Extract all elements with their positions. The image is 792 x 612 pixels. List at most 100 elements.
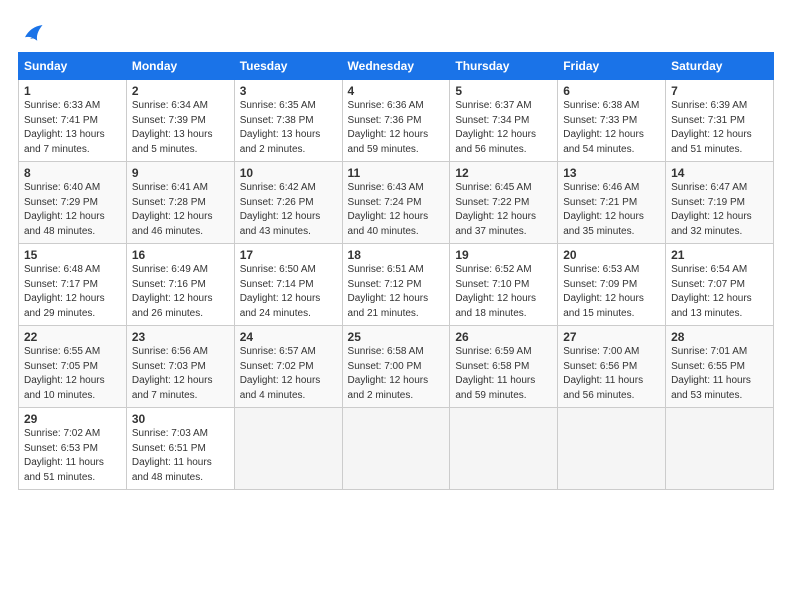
day-number: 18 (348, 248, 445, 262)
day-number: 7 (671, 84, 768, 98)
day-number: 24 (240, 330, 337, 344)
day-number: 14 (671, 166, 768, 180)
day-number: 23 (132, 330, 229, 344)
calendar-cell: 30Sunrise: 7:03 AMSunset: 6:51 PMDayligh… (126, 408, 234, 490)
calendar-cell: 27Sunrise: 7:00 AMSunset: 6:56 PMDayligh… (558, 326, 666, 408)
calendar-cell: 11Sunrise: 6:43 AMSunset: 7:24 PMDayligh… (342, 162, 450, 244)
calendar-cell: 24Sunrise: 6:57 AMSunset: 7:02 PMDayligh… (234, 326, 342, 408)
day-info: Sunrise: 6:54 AMSunset: 7:07 PMDaylight:… (671, 263, 768, 321)
day-number: 15 (24, 248, 121, 262)
day-info: Sunrise: 6:40 AMSunset: 7:29 PMDaylight:… (24, 181, 121, 239)
day-number: 2 (132, 84, 229, 98)
calendar-cell: 25Sunrise: 6:58 AMSunset: 7:00 PMDayligh… (342, 326, 450, 408)
day-info: Sunrise: 6:55 AMSunset: 7:05 PMDaylight:… (24, 345, 121, 403)
calendar-cell (342, 408, 450, 490)
calendar-cell: 13Sunrise: 6:46 AMSunset: 7:21 PMDayligh… (558, 162, 666, 244)
day-info: Sunrise: 6:56 AMSunset: 7:03 PMDaylight:… (132, 345, 229, 403)
calendar-cell: 20Sunrise: 6:53 AMSunset: 7:09 PMDayligh… (558, 244, 666, 326)
day-number: 1 (24, 84, 121, 98)
logo-area (18, 18, 50, 46)
day-info: Sunrise: 6:33 AMSunset: 7:41 PMDaylight:… (24, 99, 121, 157)
calendar-week-row: 8Sunrise: 6:40 AMSunset: 7:29 PMDaylight… (19, 162, 774, 244)
day-info: Sunrise: 6:47 AMSunset: 7:19 PMDaylight:… (671, 181, 768, 239)
weekday-header-friday: Friday (558, 53, 666, 80)
weekday-header-monday: Monday (126, 53, 234, 80)
day-info: Sunrise: 6:53 AMSunset: 7:09 PMDaylight:… (563, 263, 660, 321)
calendar-cell: 5Sunrise: 6:37 AMSunset: 7:34 PMDaylight… (450, 80, 558, 162)
day-number: 4 (348, 84, 445, 98)
calendar-cell: 28Sunrise: 7:01 AMSunset: 6:55 PMDayligh… (666, 326, 774, 408)
day-number: 22 (24, 330, 121, 344)
calendar-cell: 18Sunrise: 6:51 AMSunset: 7:12 PMDayligh… (342, 244, 450, 326)
calendar-cell: 29Sunrise: 7:02 AMSunset: 6:53 PMDayligh… (19, 408, 127, 490)
day-info: Sunrise: 6:52 AMSunset: 7:10 PMDaylight:… (455, 263, 552, 321)
weekday-header-wednesday: Wednesday (342, 53, 450, 80)
day-number: 17 (240, 248, 337, 262)
calendar-cell: 22Sunrise: 6:55 AMSunset: 7:05 PMDayligh… (19, 326, 127, 408)
day-info: Sunrise: 6:57 AMSunset: 7:02 PMDaylight:… (240, 345, 337, 403)
day-info: Sunrise: 7:03 AMSunset: 6:51 PMDaylight:… (132, 427, 229, 485)
day-info: Sunrise: 7:00 AMSunset: 6:56 PMDaylight:… (563, 345, 660, 403)
logo-bird-icon (18, 18, 46, 46)
day-number: 3 (240, 84, 337, 98)
calendar-cell: 26Sunrise: 6:59 AMSunset: 6:58 PMDayligh… (450, 326, 558, 408)
calendar-cell: 16Sunrise: 6:49 AMSunset: 7:16 PMDayligh… (126, 244, 234, 326)
day-number: 6 (563, 84, 660, 98)
calendar-cell: 4Sunrise: 6:36 AMSunset: 7:36 PMDaylight… (342, 80, 450, 162)
day-number: 21 (671, 248, 768, 262)
day-number: 11 (348, 166, 445, 180)
calendar-cell: 19Sunrise: 6:52 AMSunset: 7:10 PMDayligh… (450, 244, 558, 326)
day-number: 27 (563, 330, 660, 344)
calendar-cell: 21Sunrise: 6:54 AMSunset: 7:07 PMDayligh… (666, 244, 774, 326)
calendar-cell: 9Sunrise: 6:41 AMSunset: 7:28 PMDaylight… (126, 162, 234, 244)
header (18, 18, 774, 46)
day-info: Sunrise: 6:34 AMSunset: 7:39 PMDaylight:… (132, 99, 229, 157)
day-info: Sunrise: 6:36 AMSunset: 7:36 PMDaylight:… (348, 99, 445, 157)
calendar-cell: 14Sunrise: 6:47 AMSunset: 7:19 PMDayligh… (666, 162, 774, 244)
day-info: Sunrise: 6:51 AMSunset: 7:12 PMDaylight:… (348, 263, 445, 321)
calendar-week-row: 22Sunrise: 6:55 AMSunset: 7:05 PMDayligh… (19, 326, 774, 408)
day-info: Sunrise: 7:01 AMSunset: 6:55 PMDaylight:… (671, 345, 768, 403)
day-number: 12 (455, 166, 552, 180)
day-info: Sunrise: 6:49 AMSunset: 7:16 PMDaylight:… (132, 263, 229, 321)
calendar-cell: 12Sunrise: 6:45 AMSunset: 7:22 PMDayligh… (450, 162, 558, 244)
day-number: 5 (455, 84, 552, 98)
day-number: 19 (455, 248, 552, 262)
calendar-cell: 7Sunrise: 6:39 AMSunset: 7:31 PMDaylight… (666, 80, 774, 162)
day-info: Sunrise: 6:35 AMSunset: 7:38 PMDaylight:… (240, 99, 337, 157)
weekday-header-saturday: Saturday (666, 53, 774, 80)
calendar-cell: 3Sunrise: 6:35 AMSunset: 7:38 PMDaylight… (234, 80, 342, 162)
day-info: Sunrise: 6:37 AMSunset: 7:34 PMDaylight:… (455, 99, 552, 157)
calendar-cell: 6Sunrise: 6:38 AMSunset: 7:33 PMDaylight… (558, 80, 666, 162)
calendar-cell: 8Sunrise: 6:40 AMSunset: 7:29 PMDaylight… (19, 162, 127, 244)
calendar-week-row: 29Sunrise: 7:02 AMSunset: 6:53 PMDayligh… (19, 408, 774, 490)
day-number: 20 (563, 248, 660, 262)
calendar-cell: 23Sunrise: 6:56 AMSunset: 7:03 PMDayligh… (126, 326, 234, 408)
day-number: 28 (671, 330, 768, 344)
day-number: 9 (132, 166, 229, 180)
day-info: Sunrise: 7:02 AMSunset: 6:53 PMDaylight:… (24, 427, 121, 485)
calendar-table: SundayMondayTuesdayWednesdayThursdayFrid… (18, 52, 774, 490)
day-number: 10 (240, 166, 337, 180)
day-info: Sunrise: 6:39 AMSunset: 7:31 PMDaylight:… (671, 99, 768, 157)
day-info: Sunrise: 6:58 AMSunset: 7:00 PMDaylight:… (348, 345, 445, 403)
calendar-cell (666, 408, 774, 490)
day-info: Sunrise: 6:50 AMSunset: 7:14 PMDaylight:… (240, 263, 337, 321)
weekday-header-tuesday: Tuesday (234, 53, 342, 80)
day-info: Sunrise: 6:41 AMSunset: 7:28 PMDaylight:… (132, 181, 229, 239)
calendar-cell: 2Sunrise: 6:34 AMSunset: 7:39 PMDaylight… (126, 80, 234, 162)
day-info: Sunrise: 6:48 AMSunset: 7:17 PMDaylight:… (24, 263, 121, 321)
day-info: Sunrise: 6:43 AMSunset: 7:24 PMDaylight:… (348, 181, 445, 239)
calendar-week-row: 15Sunrise: 6:48 AMSunset: 7:17 PMDayligh… (19, 244, 774, 326)
weekday-header-sunday: Sunday (19, 53, 127, 80)
day-info: Sunrise: 6:46 AMSunset: 7:21 PMDaylight:… (563, 181, 660, 239)
weekday-header-row: SundayMondayTuesdayWednesdayThursdayFrid… (19, 53, 774, 80)
day-info: Sunrise: 6:42 AMSunset: 7:26 PMDaylight:… (240, 181, 337, 239)
calendar-cell (234, 408, 342, 490)
day-number: 16 (132, 248, 229, 262)
calendar-cell: 17Sunrise: 6:50 AMSunset: 7:14 PMDayligh… (234, 244, 342, 326)
calendar-cell (450, 408, 558, 490)
day-info: Sunrise: 6:45 AMSunset: 7:22 PMDaylight:… (455, 181, 552, 239)
day-number: 8 (24, 166, 121, 180)
calendar-cell: 10Sunrise: 6:42 AMSunset: 7:26 PMDayligh… (234, 162, 342, 244)
